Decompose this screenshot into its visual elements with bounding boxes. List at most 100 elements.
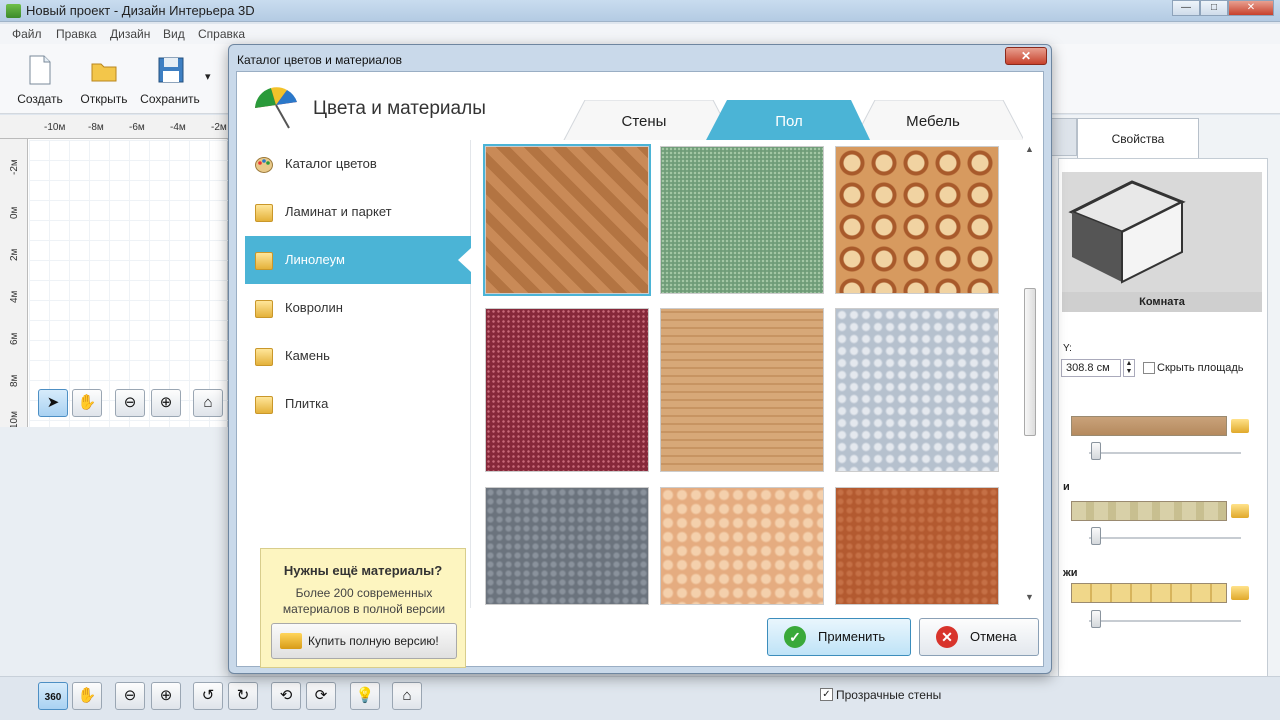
- room-preview: Комната: [1062, 172, 1262, 312]
- open-button[interactable]: Открыть: [72, 50, 136, 110]
- cancel-button[interactable]: ✕ Отмена: [919, 618, 1039, 656]
- light-button[interactable]: 💡: [350, 682, 380, 710]
- cancel-icon: ✕: [936, 626, 958, 648]
- dialog-close-button[interactable]: ✕: [1005, 47, 1047, 65]
- zoom-in-button[interactable]: ⊕: [151, 682, 181, 710]
- ruler-label: -2м: [211, 122, 227, 133]
- y-input[interactable]: 308.8 см: [1061, 359, 1121, 377]
- floor-material-swatch[interactable]: [1071, 501, 1227, 521]
- transparent-walls-checkbox[interactable]: ✓: [820, 688, 833, 701]
- save-dropdown-icon[interactable]: ▾: [205, 70, 211, 83]
- slider-track[interactable]: [1089, 620, 1241, 622]
- ruler-label: 4м: [9, 290, 20, 303]
- tab-properties[interactable]: Свойства: [1077, 118, 1199, 158]
- dialog-body: Цвета и материалы Стены Пол Мебель Катал…: [236, 71, 1044, 668]
- close-button[interactable]: ✕: [1228, 0, 1274, 16]
- zoom-out-icon: ⊖: [123, 687, 137, 704]
- menu-view[interactable]: Вид: [163, 27, 185, 41]
- pan-tool-button[interactable]: ✋: [72, 389, 102, 417]
- material-tile[interactable]: [660, 146, 824, 294]
- category-item[interactable]: Ламинат и паркет: [245, 188, 471, 236]
- material-tile[interactable]: [660, 487, 824, 605]
- ceiling-material-swatch[interactable]: [1071, 583, 1227, 603]
- plan-view[interactable]: -10м -8м -6м -4м -2м -2м 0м 2м 4м 6м 8м …: [0, 115, 228, 429]
- folder-icon[interactable]: [1231, 419, 1249, 433]
- material-tile[interactable]: [835, 146, 999, 294]
- minimize-button[interactable]: —: [1172, 0, 1200, 16]
- buy-label: Купить полную версию!: [308, 634, 439, 648]
- hand-icon: ✋: [77, 394, 97, 411]
- slider-knob[interactable]: [1091, 610, 1101, 628]
- home-view-button[interactable]: ⌂: [193, 389, 223, 417]
- buy-full-version-button[interactable]: Купить полную версию!: [271, 623, 457, 659]
- hide-area-checkbox[interactable]: [1143, 362, 1155, 374]
- pan-button[interactable]: ✋: [72, 682, 102, 710]
- category-label: Линолеум: [285, 252, 345, 267]
- category-item[interactable]: Ковролин: [245, 284, 471, 332]
- category-item[interactable]: Каталог цветов: [245, 140, 471, 188]
- orbit-right-icon: ⟳: [314, 687, 328, 704]
- tab-walls[interactable]: Стены: [569, 100, 719, 142]
- rotate-left-button[interactable]: ↺: [193, 682, 223, 710]
- category-item-selected[interactable]: Линолеум: [245, 236, 471, 284]
- orbit-right-button[interactable]: ⟳: [306, 682, 336, 710]
- maximize-button[interactable]: □: [1200, 0, 1228, 16]
- wall-material-swatch[interactable]: [1071, 416, 1227, 436]
- menu-design[interactable]: Дизайн: [110, 27, 150, 41]
- hide-area-label: Скрыть площадь: [1157, 362, 1244, 374]
- properties-body: Комната Y: 308.8 см ▲ ▼ Скрыть площадь и …: [1058, 158, 1268, 715]
- zoom-in-button[interactable]: ⊕: [151, 389, 181, 417]
- category-list: Каталог цветов Ламинат и паркет Линолеум…: [245, 140, 471, 668]
- ruler-label: 2м: [9, 248, 20, 261]
- scroll-thumb[interactable]: [1024, 288, 1036, 436]
- menu-edit[interactable]: Правка: [56, 27, 97, 41]
- material-tile[interactable]: [483, 144, 651, 296]
- 3d-view[interactable]: [0, 427, 228, 677]
- zoom-in-icon: ⊕: [159, 687, 173, 704]
- folder-icon: [91, 63, 117, 82]
- scroll-down-icon[interactable]: ▼: [1025, 592, 1034, 602]
- select-tool-button[interactable]: ➤: [38, 389, 68, 417]
- material-tile[interactable]: [835, 487, 999, 605]
- new-file-icon: [29, 55, 51, 85]
- save-button[interactable]: Сохранить: [138, 50, 202, 110]
- tab-floor[interactable]: Пол: [709, 100, 869, 142]
- slider-track[interactable]: [1089, 452, 1241, 454]
- y-spinner[interactable]: ▲ ▼: [1123, 359, 1135, 377]
- plan-grid[interactable]: [29, 140, 228, 427]
- rotate-360-button[interactable]: 360: [38, 682, 68, 710]
- promo-text: Более 200 современных материалов в полно…: [282, 586, 446, 616]
- vertical-scrollbar[interactable]: ▲ ▼: [1021, 140, 1037, 608]
- material-tile[interactable]: [660, 308, 824, 472]
- category-item[interactable]: Плитка: [245, 380, 471, 428]
- menu-help[interactable]: Справка: [198, 27, 245, 41]
- scroll-up-icon[interactable]: ▲: [1025, 144, 1034, 154]
- slider-knob[interactable]: [1091, 527, 1101, 545]
- slider-knob[interactable]: [1091, 442, 1101, 460]
- open-label: Открыть: [80, 92, 128, 106]
- tab-other[interactable]: [1050, 118, 1077, 156]
- menu-file[interactable]: Файл: [12, 27, 42, 41]
- orbit-left-button[interactable]: ⟲: [271, 682, 301, 710]
- zoom-out-button[interactable]: ⊖: [115, 682, 145, 710]
- material-tile[interactable]: [485, 308, 649, 472]
- palette-icon: [255, 157, 273, 173]
- folder-icon[interactable]: [1231, 586, 1249, 600]
- apply-button[interactable]: ✓ Применить: [767, 618, 911, 656]
- dialog-title: Каталог цветов и материалов: [237, 53, 403, 67]
- ruler-label: -4м: [170, 122, 186, 133]
- home-view-button[interactable]: ⌂: [392, 682, 422, 710]
- zoom-out-button[interactable]: ⊖: [115, 389, 145, 417]
- category-item[interactable]: Камень: [245, 332, 471, 380]
- rotate-right-button[interactable]: ↻: [228, 682, 258, 710]
- apply-label: Применить: [818, 629, 886, 644]
- checkmark-icon: ✓: [784, 626, 806, 648]
- category-label: Каталог цветов: [285, 156, 377, 171]
- ruler-label: -8м: [88, 122, 104, 133]
- create-button[interactable]: Создать: [8, 50, 72, 110]
- material-tile[interactable]: [485, 487, 649, 605]
- folder-icon[interactable]: [1231, 504, 1249, 518]
- tab-furniture[interactable]: Мебель: [857, 100, 1009, 142]
- material-tile[interactable]: [835, 308, 999, 472]
- slider-track[interactable]: [1089, 537, 1241, 539]
